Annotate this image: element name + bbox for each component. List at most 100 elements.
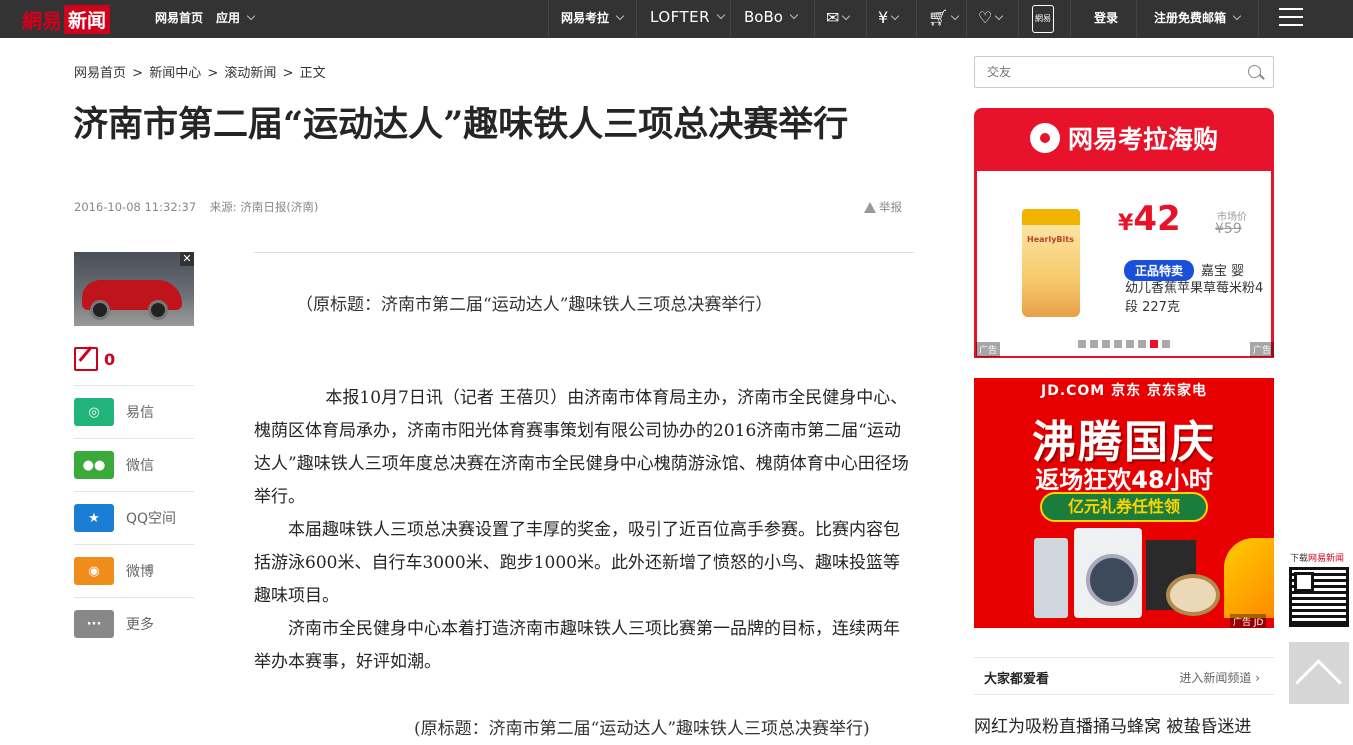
nav-apps-label: 应用 (216, 11, 241, 25)
kaola-ad[interactable]: 网易考拉海购 HearlyBits ¥42 市场价 ¥59 正品特卖 嘉宝 婴 … (974, 108, 1274, 358)
favorites-dropdown[interactable]: ♡ (978, 8, 1004, 27)
logo-news-text: 新闻 (64, 4, 111, 34)
mail-icon: ✉ (826, 8, 840, 27)
breadcrumb: 网易首页 > 新闻中心 > 滚动新闻 > 正文 (74, 62, 328, 81)
shopping-dropdown[interactable]: 🛒︎ (928, 8, 960, 27)
carousel-dot[interactable] (1090, 340, 1098, 348)
back-to-top-button[interactable] (1289, 642, 1349, 704)
koala-logo-icon (1029, 123, 1060, 153)
nav-divider (548, 0, 549, 38)
nav-bobo-dropdown[interactable]: BoBo (744, 8, 799, 26)
share-label: QQ空间 (126, 511, 177, 527)
chevron-down-icon (995, 11, 1004, 20)
mobile-app-button[interactable]: 網易 (1032, 5, 1054, 33)
breadcrumb-separator: > (207, 66, 219, 81)
carousel-dot[interactable] (1138, 340, 1146, 348)
carousel-dot[interactable] (1102, 340, 1110, 348)
download-label: 下载 (1290, 554, 1309, 564)
nav-divider (636, 0, 637, 38)
popular-heading: 大家都爱看 (984, 672, 1050, 687)
report-button[interactable]: 举报 (864, 199, 902, 215)
market-price: ¥59 (1215, 221, 1242, 237)
netease-news-logo[interactable]: 網易 新闻 (22, 4, 111, 34)
carousel-dot[interactable] (1078, 340, 1086, 348)
dragon-decoration-image (1224, 538, 1274, 618)
enter-news-channel-link[interactable]: 进入新闻频道 › (1179, 669, 1260, 686)
wechat-icon: ●● (74, 451, 114, 479)
comment-edit-icon (74, 347, 98, 371)
kaola-ad-title: 网易考拉海购 (1067, 125, 1218, 154)
logo-netease-text: 網易 (22, 8, 62, 33)
menu-icon[interactable] (1279, 8, 1303, 28)
air-purifier-image (1034, 538, 1068, 618)
nav-home-link[interactable]: 网易首页 (155, 9, 203, 26)
weibo-icon: ◉ (74, 557, 114, 585)
currency-symbol: ¥ (1118, 211, 1134, 236)
breadcrumb-rolling-news[interactable]: 滚动新闻 (224, 66, 276, 81)
breadcrumb-news-center[interactable]: 新闻中心 (149, 66, 201, 81)
carousel-dot[interactable] (1162, 340, 1170, 348)
carousel-dots (1078, 340, 1170, 348)
qr-code-image (1289, 567, 1349, 627)
nav-lofter-label: LOFTER (650, 8, 711, 26)
nav-divider (1258, 0, 1259, 38)
lottery-dropdown[interactable]: ¥ (878, 8, 900, 27)
warning-icon (864, 201, 876, 213)
more-icon: ··· (74, 610, 114, 638)
breadcrumb-home[interactable]: 网易首页 (74, 66, 126, 81)
article-paragraph: 济南市全民健身中心本着打造济南市趣味铁人三项比赛第一品牌的目标，连续两年举办本赛… (254, 619, 900, 672)
car-wheel-shape (90, 300, 110, 320)
product-name-line1: 嘉宝 婴 (1201, 264, 1245, 279)
ad-label: 广告 JD (1230, 614, 1267, 628)
nav-kaola-label: 网易考拉 (561, 11, 610, 25)
chevron-down-icon (1232, 11, 1242, 20)
carousel-dot-active[interactable] (1150, 340, 1158, 348)
robot-vacuum-image (1166, 574, 1220, 616)
chevron-down-icon (716, 10, 726, 20)
close-icon[interactable]: ✕ (180, 252, 194, 266)
share-label: 更多 (126, 617, 154, 633)
share-qzone[interactable]: ★ QQ空间 (74, 491, 194, 544)
share-more[interactable]: ··· 更多 (74, 597, 194, 650)
nav-divider (866, 0, 867, 38)
article-paragraph: 本届趣味铁人三项总决赛设置了丰厚的奖金，吸引了近百位高手参赛。比赛内容包括游泳6… (254, 520, 900, 606)
car-ad-image[interactable] (74, 252, 194, 326)
search-icon[interactable] (1248, 65, 1261, 78)
share-yixin[interactable]: ◎ 易信 (74, 385, 194, 438)
article-meta: 2016-10-08 11:32:37 来源: 济南日报(济南) (74, 199, 318, 215)
nav-kaola-dropdown[interactable]: 网易考拉 (561, 9, 625, 26)
cart-icon: 🛒︎ (928, 8, 949, 27)
chevron-down-icon (615, 11, 625, 20)
carousel-dot[interactable] (1126, 340, 1134, 348)
breadcrumb-separator: > (132, 66, 144, 81)
share-label: 微博 (126, 564, 154, 580)
jd-ad[interactable]: JD.COM 京东 京东家电 沸腾国庆 返场狂欢48小时 亿元礼券任性领 广告 … (974, 378, 1274, 628)
nav-divider (1070, 0, 1071, 38)
article-datetime: 2016-10-08 11:32:37 (74, 200, 197, 214)
login-link[interactable]: 登录 (1094, 9, 1118, 26)
heart-icon: ♡ (978, 8, 993, 27)
app-download-text: 下载网易新闻 (1290, 551, 1344, 564)
genuine-sale-badge: 正品特卖 (1124, 260, 1195, 281)
register-dropdown[interactable]: 注册免费邮箱 (1154, 9, 1242, 26)
register-label: 注册免费邮箱 (1154, 11, 1227, 25)
carousel-dot[interactable] (1114, 340, 1122, 348)
article-title: 济南市第二届“运动达人”趣味铁人三项总决赛举行 (73, 104, 849, 145)
breadcrumb-separator: > (282, 66, 294, 81)
nav-divider (966, 0, 967, 38)
share-label: 易信 (126, 405, 154, 421)
breadcrumb-current: 正文 (299, 66, 326, 81)
nav-divider (1018, 0, 1019, 38)
mail-dropdown[interactable]: ✉ (826, 8, 851, 27)
nav-divider (730, 0, 731, 38)
comment-button[interactable]: 0 (74, 347, 115, 371)
article-source[interactable]: 来源: 济南日报(济南) (210, 200, 319, 214)
kaola-product-card[interactable]: HearlyBits ¥42 市场价 ¥59 正品特卖 嘉宝 婴 幼儿香蕉苹果草… (977, 171, 1271, 356)
share-weibo[interactable]: ◉ 微博 (74, 544, 194, 597)
share-wechat[interactable]: ●● 微信 (74, 438, 194, 491)
search-input[interactable] (975, 57, 1225, 87)
nav-lofter-dropdown[interactable]: LOFTER (650, 8, 726, 26)
popular-item[interactable]: 网红为吸粉直播捅马蜂窝 被蛰昏迷进 (974, 712, 1251, 737)
nav-apps-dropdown[interactable]: 应用 (216, 9, 256, 26)
kaola-ad-header: 网易考拉海购 (974, 120, 1274, 156)
